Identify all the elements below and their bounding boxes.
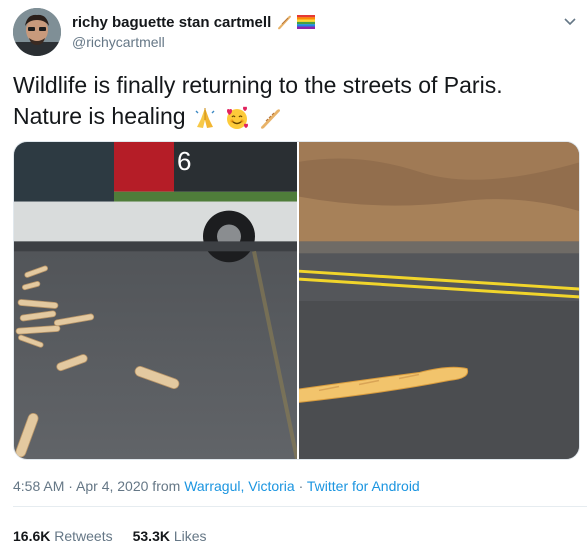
author-name-row[interactable]: richy baguette stan cartmell: [72, 13, 316, 31]
tweet-stats: 16.6K Retweets 53.3K Likes: [13, 528, 207, 544]
tweet-media[interactable]: 6: [13, 141, 580, 460]
retweets-label: Retweets: [54, 528, 113, 544]
tweet-text-line-2-text: Nature is healing: [13, 103, 186, 129]
tweet-text-line-2: Nature is healing: [13, 101, 573, 132]
photo-bus-baguettes[interactable]: [14, 142, 297, 459]
likes-label: Likes: [173, 528, 207, 544]
tweet-location-link[interactable]: Warragul, Victoria: [184, 478, 294, 494]
author-name[interactable]: richy baguette stan cartmell: [72, 14, 271, 31]
tweet-text-line-1: Wildlife is finally returning to the str…: [13, 72, 503, 98]
author-handle[interactable]: @richycartmell: [72, 34, 165, 50]
bus-number: 6: [177, 146, 192, 176]
chevron-down-icon[interactable]: [563, 16, 577, 26]
tweet-timestamp[interactable]: 4:58 AM · Apr 4, 2020 from: [13, 478, 184, 494]
likes-count: 53.3K: [132, 528, 170, 544]
smiling-face-with-hearts-icon: [227, 106, 249, 129]
retweets-count: 16.6K: [13, 528, 51, 544]
folded-hands-icon: [195, 107, 215, 128]
tweet-text: Wildlife is finally returning to the str…: [13, 70, 573, 132]
photo-road-baguette[interactable]: [299, 142, 580, 459]
tweet-source-link[interactable]: Twitter for Android: [307, 478, 420, 494]
meta-separator: ·: [294, 478, 307, 494]
baguette-icon: [278, 15, 292, 30]
rainbow-flag-icon: [297, 15, 316, 29]
avatar-image: [13, 8, 61, 56]
likes-stat[interactable]: 53.3K Likes: [133, 528, 207, 544]
divider: [13, 506, 587, 507]
avatar[interactable]: [13, 8, 61, 56]
baguette-icon: [260, 109, 280, 129]
retweets-stat[interactable]: 16.6K Retweets: [13, 528, 113, 544]
tweet-meta: 4:58 AM · Apr 4, 2020 from Warragul, Vic…: [13, 478, 420, 494]
